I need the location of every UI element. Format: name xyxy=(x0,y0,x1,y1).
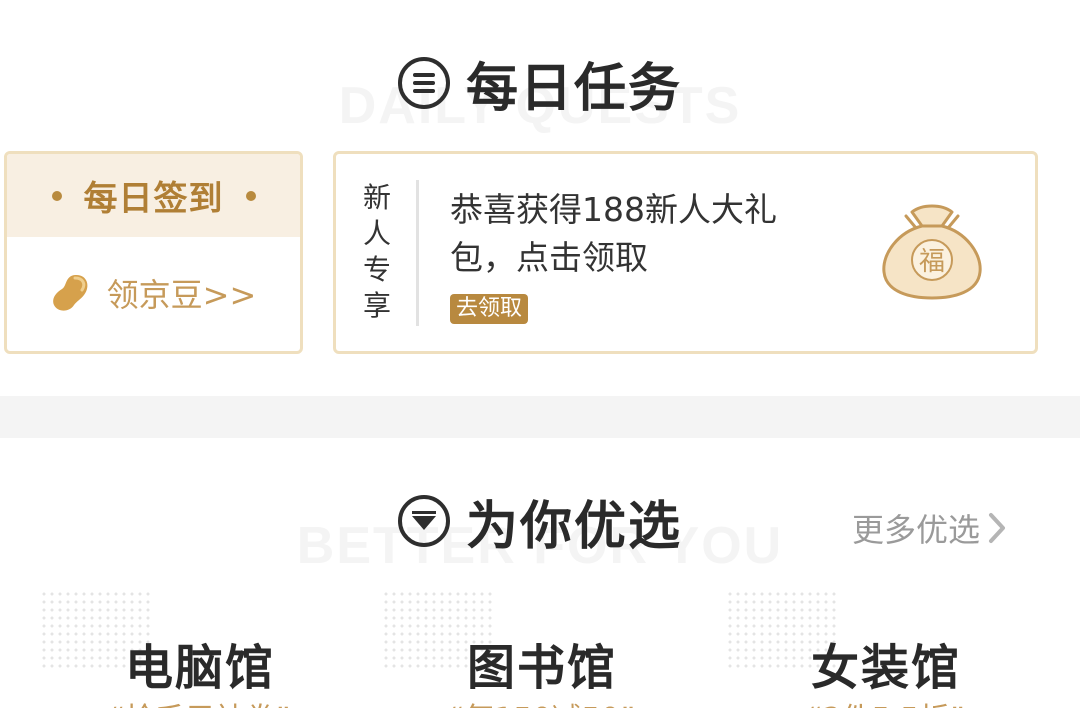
venue-subtitle: “抢千元神券” xyxy=(40,694,360,708)
list-circle-icon xyxy=(397,57,450,109)
newbie-gift-card[interactable]: 新人专享 恭喜获得188新人大礼包，点击领取 去领取 福 xyxy=(333,151,1038,354)
venue-subtitle: “2件5.5折” xyxy=(726,694,1046,708)
claim-button[interactable]: 去领取 xyxy=(450,294,529,324)
more-picks-link[interactable]: 更多优选 xyxy=(852,505,1008,551)
divider xyxy=(416,180,419,326)
daily-checkin-title: 每日签到 xyxy=(83,179,224,219)
venue-subtitle: “每150减50” xyxy=(382,694,702,708)
daily-quests-title: 每日任务 xyxy=(465,58,682,119)
fortune-char: 福 xyxy=(919,247,945,277)
venue-name: 女装馆 xyxy=(810,640,961,696)
newbie-description: 恭喜获得188新人大礼包，点击领取 xyxy=(450,190,777,277)
venue-name: 图书馆 xyxy=(466,640,617,696)
chevron-right-icon xyxy=(989,513,1006,543)
get-jingdou-link[interactable]: 领京豆>> xyxy=(107,270,257,316)
venue-womens-wear[interactable]: 女装馆 “2件5.5折” xyxy=(726,590,1046,708)
daily-checkin-body[interactable]: 领京豆>> xyxy=(7,237,300,349)
newbie-tag: 新人专享 xyxy=(362,181,391,322)
venue-computer[interactable]: 电脑馆 “抢千元神券” xyxy=(40,590,360,708)
more-picks-label: 更多优选 xyxy=(852,511,981,549)
fortune-bag-icon: 福 xyxy=(882,204,982,300)
decor-dot xyxy=(51,190,62,201)
venue-books[interactable]: 图书馆 “每150减50” xyxy=(382,590,702,708)
venue-name: 电脑馆 xyxy=(124,640,275,696)
diamond-circle-icon xyxy=(397,495,450,547)
jingdou-bean-icon xyxy=(52,274,88,311)
daily-quests-header: DAILY QUESTS 每日任务 xyxy=(0,48,1080,135)
daily-checkin-card[interactable]: 每日签到 领京豆>> xyxy=(4,151,303,354)
section-separator xyxy=(0,396,1080,438)
better-for-you-title: 为你优选 xyxy=(465,496,682,557)
daily-checkin-header: 每日签到 xyxy=(7,154,300,237)
decor-dot xyxy=(245,190,256,201)
